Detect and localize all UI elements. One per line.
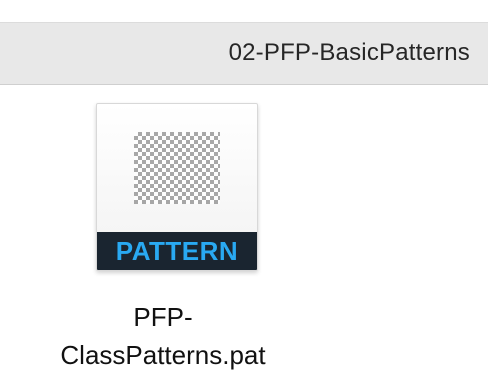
folder-name[interactable]: 02-PFP-BasicPatterns: [229, 39, 470, 67]
checkerboard-icon: [134, 132, 220, 204]
pattern-file-icon[interactable]: PATTERN: [96, 103, 258, 271]
window-top-strip: [0, 0, 488, 23]
pattern-label-band: PATTERN: [97, 232, 257, 270]
file-name-line2: ClassPatterns.pat: [60, 340, 266, 370]
path-bar: 02-PFP-BasicPatterns: [0, 23, 488, 85]
file-item[interactable]: PATTERN PFP- ClassPatterns.pat: [38, 100, 288, 370]
pattern-label: PATTERN: [115, 236, 239, 266]
file-name[interactable]: PFP- ClassPatterns.pat: [38, 298, 288, 374]
file-name-line1: PFP-: [133, 302, 193, 332]
